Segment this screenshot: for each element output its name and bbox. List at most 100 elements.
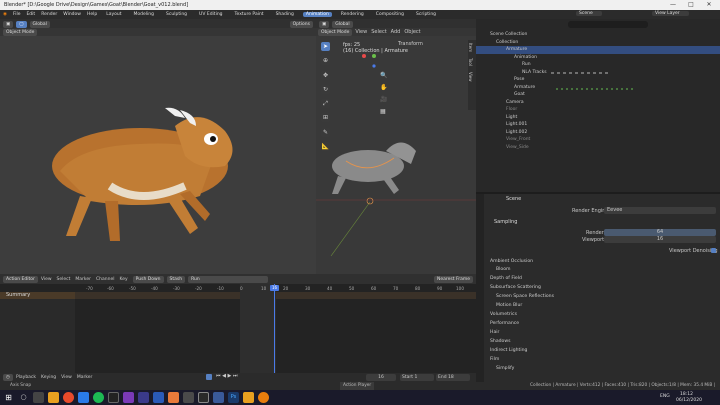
render-samples-field[interactable]: 64	[604, 229, 716, 236]
snap-mode-dropdown[interactable]: Nearest Frame	[434, 275, 473, 283]
view-layer-selector[interactable]: View Layer	[652, 11, 689, 16]
tab-scripting[interactable]: Scripting	[413, 12, 439, 17]
rotate-tool-icon[interactable]: ↻	[321, 85, 330, 94]
tab-animation[interactable]: Animation	[302, 12, 332, 17]
firefox-icon[interactable]	[63, 392, 74, 403]
outliner-action-run[interactable]: Run	[476, 61, 720, 69]
menu-select-cam[interactable]: Select	[371, 29, 386, 35]
transform-tool-icon[interactable]: ⊞	[321, 113, 330, 122]
tab-compositing[interactable]: Compositing	[373, 12, 407, 17]
timeline-editor-icon[interactable]: ◷	[3, 374, 13, 381]
outliner-camera[interactable]: Camera	[476, 99, 720, 107]
viewport-samples-field[interactable]: 16	[604, 236, 716, 243]
tab-view[interactable]: View	[468, 72, 473, 82]
menu-view-ds[interactable]: View	[41, 277, 52, 282]
section-film[interactable]: Film	[490, 356, 499, 363]
section-subsurface[interactable]: Subsurface Scattering	[490, 284, 541, 291]
tab-item[interactable]: Item	[468, 43, 473, 52]
task-view-icon[interactable]	[33, 392, 44, 403]
editor-mode-dropdown[interactable]: Action Editor	[3, 275, 38, 283]
transform-panel-header[interactable]: Transform	[398, 41, 423, 47]
blender-taskbar-icon[interactable]	[258, 392, 269, 403]
outliner-light-002[interactable]: Light.002	[476, 129, 720, 137]
current-frame-field[interactable]: 16	[366, 374, 396, 381]
maximize-icon[interactable]: □	[682, 0, 700, 10]
menu-marker-tl[interactable]: Marker	[77, 375, 93, 380]
clock-time[interactable]: 18:12	[680, 392, 693, 397]
app-icon-orange[interactable]	[168, 392, 179, 403]
options-dropdown[interactable]: Options	[289, 20, 313, 28]
push-down-button[interactable]: Push Down	[132, 275, 164, 283]
outliner-armature[interactable]: Armature	[476, 46, 720, 54]
app-icon-dark-blue[interactable]	[153, 392, 164, 403]
menu-channel-ds[interactable]: Channel	[96, 277, 114, 282]
viewport-camera[interactable]	[316, 36, 476, 274]
section-performance[interactable]: Performance	[490, 320, 519, 327]
app-icon-yellow[interactable]	[243, 392, 254, 403]
zoom-icon[interactable]: 🔍	[380, 72, 387, 79]
language-indicator[interactable]: ENG	[660, 394, 670, 399]
clock-date[interactable]: 06/12/2020	[676, 398, 702, 403]
outliner-view-side[interactable]: View_Side	[476, 144, 720, 152]
app-icon-purple[interactable]	[138, 392, 149, 403]
camera-view-icon[interactable]: 🎥	[380, 96, 387, 103]
section-depth-of-field[interactable]: Depth of Field	[490, 275, 522, 282]
tab-sculpting[interactable]: Sculpting	[163, 12, 190, 17]
object-mode-cam-dropdown[interactable]: Object Mode	[318, 28, 353, 36]
scene-selector[interactable]: Scene	[576, 11, 602, 16]
menu-key-ds[interactable]: Key	[119, 277, 127, 282]
section-volumetrics[interactable]: Volumetrics	[490, 311, 517, 318]
sampling-section[interactable]: Sampling	[494, 219, 517, 225]
tab-uv-editing[interactable]: UV Editing	[196, 12, 225, 17]
outliner-view-front[interactable]: View_Front	[476, 136, 720, 144]
photoshop-icon[interactable]: Ps	[228, 392, 239, 403]
menu-view-cam[interactable]: View	[355, 29, 367, 35]
scale-tool-icon[interactable]: ⤢	[321, 99, 330, 108]
viewport-3d-left[interactable]	[0, 36, 316, 274]
app-icon-grey[interactable]	[183, 392, 194, 403]
section-hair[interactable]: Hair	[490, 329, 499, 336]
menu-help[interactable]: Help	[87, 12, 97, 17]
section-simplify[interactable]: Simplify	[496, 365, 514, 372]
minimize-icon[interactable]: —	[664, 0, 682, 10]
section-ssr[interactable]: Screen Space Reflections	[496, 293, 554, 300]
select-tool-icon[interactable]: ➤	[321, 42, 330, 51]
outliner-pose[interactable]: Pose	[476, 76, 720, 84]
transform-orientation-cam[interactable]: Global	[332, 20, 353, 28]
action-selector[interactable]: Run	[188, 275, 269, 283]
outliner-animation[interactable]: Animation	[476, 54, 720, 62]
menu-select-ds[interactable]: Select	[57, 277, 71, 282]
outliner-goat[interactable]: Goat	[476, 91, 720, 99]
stash-button[interactable]: Stash	[166, 275, 186, 283]
menu-edit[interactable]: Edit	[26, 12, 35, 17]
outliner-search-input[interactable]	[568, 21, 648, 28]
app-icon-dark[interactable]	[198, 392, 209, 403]
spotify-icon[interactable]	[93, 392, 104, 403]
tab-texture-paint[interactable]: Texture Paint	[232, 12, 267, 17]
menu-keying[interactable]: Keying	[41, 375, 56, 380]
search-icon[interactable]: ○	[18, 392, 29, 403]
section-shadows[interactable]: Shadows	[490, 338, 511, 345]
section-bloom[interactable]: Bloom	[496, 266, 511, 273]
current-frame-indicator[interactable]: 16	[270, 285, 279, 291]
grid-view-icon[interactable]: ▦	[380, 108, 386, 115]
outliner-scene-collection[interactable]: Scene Collection	[476, 31, 720, 39]
outliner-light-001[interactable]: Light.001	[476, 121, 720, 129]
object-mode-dropdown[interactable]: Object Mode	[3, 28, 38, 36]
viewport-denoising-checkbox[interactable]	[711, 248, 716, 253]
menu-marker-ds[interactable]: Marker	[75, 277, 91, 282]
tab-shading[interactable]: Shading	[273, 12, 297, 17]
playback-controls-icon[interactable]: ⏮ ◀ ▶ ⏭	[216, 373, 237, 379]
section-motion-blur[interactable]: Motion Blur	[496, 302, 522, 309]
pan-hand-icon[interactable]: ✋	[380, 84, 387, 91]
end-frame-field[interactable]: End 18	[436, 374, 470, 381]
editor-type-cam-button[interactable]: ▣	[319, 20, 330, 28]
measure-tool-icon[interactable]: 📐	[321, 142, 330, 151]
outliner-light[interactable]: Light	[476, 114, 720, 122]
menu-object-cam[interactable]: Object	[404, 29, 420, 35]
menu-window[interactable]: Window	[63, 12, 81, 17]
terminal-icon[interactable]	[108, 392, 119, 403]
start-frame-field[interactable]: Start 1	[400, 374, 434, 381]
tab-rendering[interactable]: Rendering	[338, 12, 367, 17]
section-indirect-lighting[interactable]: Indirect Lighting	[490, 347, 527, 354]
